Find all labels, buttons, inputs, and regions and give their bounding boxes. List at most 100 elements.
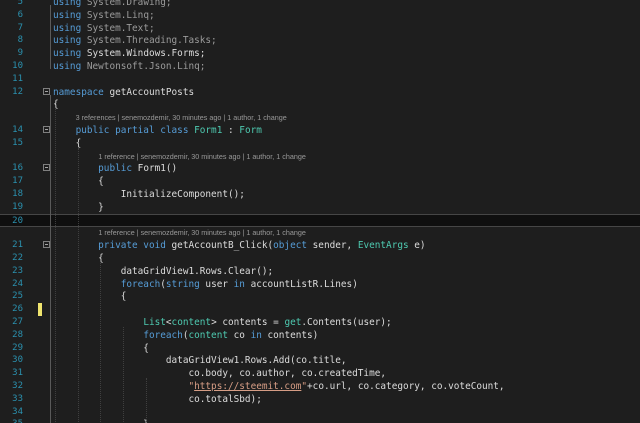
- indent-guide: [100, 263, 102, 423]
- code-line[interactable]: 11: [0, 73, 640, 86]
- code-token: co: [228, 329, 251, 341]
- code-token: :: [222, 125, 240, 136]
- code-token: co.body, co.author, co.createdTime,: [53, 368, 387, 380]
- code-line[interactable]: 12 namespace getAccountPosts: [0, 86, 640, 99]
- code-line[interactable]: 7 using System.Text;: [0, 22, 640, 35]
- line-number: 33: [12, 393, 23, 404]
- code-line[interactable]: 20: [0, 213, 640, 227]
- code-line[interactable]: 23 dataGridView1.Rows.Clear();: [0, 265, 640, 278]
- codelens-row[interactable]: 3 references | senemozdemir, 30 minutes …: [0, 111, 640, 124]
- code-token: getAccountPosts: [103, 86, 195, 98]
- code-editor[interactable]: 5 using System.Drawing; 6 using System.Linq…: [0, 0, 640, 423]
- code-line[interactable]: 16 public Form1(): [0, 162, 640, 175]
- code-line[interactable]: 24 foreach(string user in accountListR.L…: [0, 278, 640, 291]
- code-token: namespace: [53, 86, 104, 98]
- code-text: using System.Threading.Tasks;: [53, 34, 217, 47]
- codelens-info[interactable]: 3 references | senemozdemir, 30 minutes …: [76, 111, 287, 124]
- code-token: +co.url, co.category, co.voteCount,: [307, 381, 505, 392]
- code-token: get: [284, 317, 302, 328]
- code-line[interactable]: 29 {: [0, 342, 640, 355]
- code-line[interactable]: 6 using System.Linq;: [0, 9, 640, 22]
- code-line[interactable]: 21 private void getAccountB_Click(object…: [0, 239, 640, 252]
- code-line[interactable]: 32 "https://steemit.com"+co.url, co.cate…: [0, 380, 640, 393]
- codelens-row[interactable]: 1 reference | senemozdemir, 30 minutes a…: [0, 226, 640, 239]
- code-text: using System.Text;: [53, 22, 155, 35]
- code-token: getAccountB_Click(: [165, 240, 274, 252]
- line-number: 25: [12, 291, 23, 302]
- url-link[interactable]: https://steemit.com: [194, 381, 301, 392]
- code-token: accountListR.Lines): [244, 278, 358, 290]
- code-text: {: [53, 290, 127, 303]
- line-number: 29: [12, 342, 23, 353]
- code-token: System.Windows.Forms;: [81, 48, 206, 60]
- code-token: using: [53, 0, 82, 8]
- line-number: 18: [12, 189, 23, 199]
- line-number: 7: [17, 22, 23, 33]
- code-token: dataGridView1.Rows.Add(co.title,: [53, 355, 347, 367]
- code-line[interactable]: 14 public partial class Form1 : Form: [0, 124, 640, 137]
- code-token: using: [53, 35, 82, 47]
- codelens-info[interactable]: 1 reference | senemozdemir, 30 minutes a…: [98, 226, 306, 239]
- code-token: public partial class: [75, 125, 189, 136]
- code-token: List: [143, 317, 166, 328]
- code-text: using System.Windows.Forms;: [53, 47, 205, 60]
- code-text: using Newtonsoft.Json.Linq;: [53, 60, 205, 73]
- collapse-icon[interactable]: [43, 126, 50, 133]
- code-line[interactable]: 17 {: [0, 175, 640, 188]
- code-token: .Contents(user);: [301, 317, 392, 328]
- code-line[interactable]: 5 using System.Drawing;: [0, 0, 640, 9]
- line-number: 23: [12, 265, 23, 276]
- collapse-icon[interactable]: [43, 87, 50, 95]
- code-line[interactable]: {: [0, 98, 640, 111]
- line-number: 32: [12, 381, 23, 391]
- line-number: 8: [17, 35, 23, 46]
- codelens-row[interactable]: 1 reference | senemozdemir, 30 minutes a…: [0, 150, 640, 163]
- code-token: {: [53, 291, 127, 303]
- code-token: EventArgs: [357, 240, 409, 252]
- code-line[interactable]: 31 co.body, co.author, co.createdTime,: [0, 367, 640, 380]
- code-text: public partial class Form1 : Form: [53, 124, 262, 137]
- code-line[interactable]: 10 using Newtonsoft.Json.Linq;: [0, 60, 640, 73]
- code-line[interactable]: 8 using System.Threading.Tasks;: [0, 34, 640, 47]
- code-token: in: [233, 278, 245, 290]
- code-text: "https://steemit.com"+co.url, co.categor…: [53, 380, 505, 393]
- code-line[interactable]: 15 {: [0, 137, 640, 150]
- line-number: 24: [12, 278, 23, 289]
- indent-guide: [55, 109, 56, 423]
- change-marker: [38, 303, 42, 317]
- code-token: using: [53, 9, 82, 21]
- code-token: content: [188, 329, 228, 341]
- code-line[interactable]: 26: [0, 303, 640, 317]
- code-line[interactable]: 30 dataGridView1.Rows.Add(co.title,: [0, 354, 640, 367]
- codelens-info[interactable]: 1 reference | senemozdemir, 30 minutes a…: [98, 150, 306, 163]
- indent-guide: [123, 327, 125, 423]
- code-token: sender,: [307, 240, 358, 252]
- code-token: System.Threading.Tasks;: [81, 35, 217, 47]
- code-token: co.totalSbd);: [53, 393, 262, 405]
- line-number: 6: [17, 9, 23, 20]
- indent-guide: [77, 147, 79, 423]
- code-token: contents): [261, 329, 319, 341]
- code-line[interactable]: 25 {: [0, 290, 640, 303]
- code-line[interactable]: 27 List<content> contents = get.Contents…: [0, 316, 640, 329]
- code-line[interactable]: 35 }: [0, 418, 640, 423]
- code-token: using: [53, 48, 82, 60]
- code-line[interactable]: 22 {: [0, 252, 640, 265]
- code-line[interactable]: 18 InitializeComponent();: [0, 188, 640, 201]
- line-number: 34: [12, 406, 23, 417]
- line-number: 15: [12, 137, 23, 148]
- code-line[interactable]: 19 }: [0, 201, 640, 214]
- collapse-icon[interactable]: [43, 241, 50, 249]
- code-line[interactable]: 34: [0, 406, 640, 419]
- code-token: in: [250, 329, 262, 341]
- code-line[interactable]: 33 co.totalSbd);: [0, 393, 640, 406]
- code-line[interactable]: 9 using System.Windows.Forms;: [0, 47, 640, 60]
- code-token: Newtonsoft.Json.Linq;: [81, 61, 206, 72]
- code-text: using System.Drawing;: [53, 0, 172, 9]
- code-text: co.body, co.author, co.createdTime,: [53, 367, 386, 380]
- collapse-icon[interactable]: [43, 164, 50, 172]
- code-text: public Form1(): [53, 162, 177, 175]
- code-line[interactable]: 28 foreach(content co in contents): [0, 329, 640, 342]
